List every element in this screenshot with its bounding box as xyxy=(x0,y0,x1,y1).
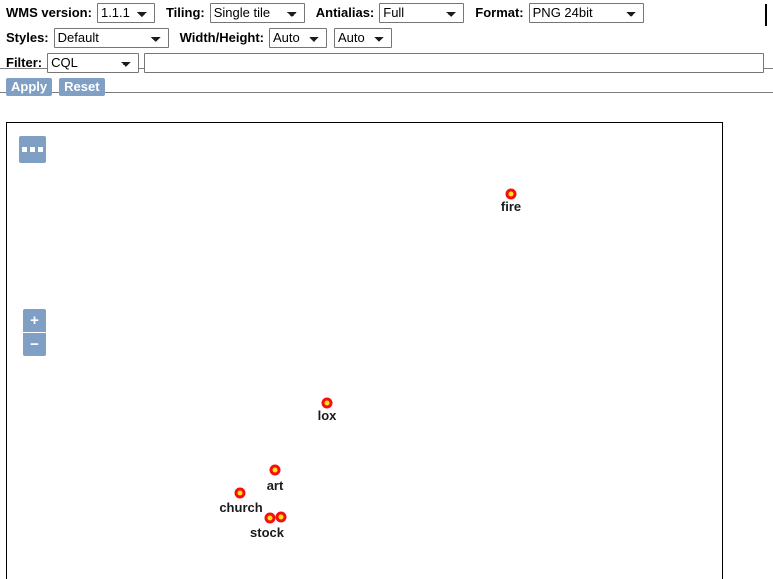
toolbar-row-filter: Filter: CQL xyxy=(0,50,773,75)
reset-button[interactable]: Reset xyxy=(59,77,105,96)
map-marker-stock-a[interactable] xyxy=(264,512,276,524)
wms-version-select[interactable]: 1.1.1 xyxy=(96,2,155,23)
antialias-select[interactable]: Full xyxy=(379,2,465,23)
filter-type-select[interactable]: CQL xyxy=(47,52,140,73)
height-select[interactable]: Auto xyxy=(334,27,393,48)
toolbar-row-styles: Styles: Default Width/Height: Auto Auto xyxy=(0,25,773,50)
wms-toolbar: WMS version: 1.1.1 Tiling: Single tile A… xyxy=(0,0,773,98)
tiling-label: Tiling: xyxy=(165,5,205,20)
toolbar-row-options: WMS version: 1.1.1 Tiling: Single tile A… xyxy=(0,0,773,25)
ellipsis-dot xyxy=(22,147,27,152)
styles-label: Styles: xyxy=(6,30,49,45)
tiling-select[interactable]: Single tile xyxy=(209,2,305,23)
map-viewport[interactable]: + − fire lox art church stock xyxy=(6,122,723,579)
width-height-label: Width/Height: xyxy=(179,30,265,45)
map-marker-label-stock-b: stock xyxy=(250,525,284,540)
format-label: Format: xyxy=(475,5,524,20)
map-marker-label-fire: fire xyxy=(500,199,522,214)
ellipsis-icon[interactable] xyxy=(19,136,46,163)
map-marker-fire[interactable] xyxy=(505,188,517,200)
filter-label: Filter: xyxy=(6,55,43,70)
map-marker-label-art: art xyxy=(266,478,284,493)
zoom-out-button[interactable]: − xyxy=(23,333,46,356)
ellipsis-dot xyxy=(38,147,43,152)
wms-version-label: WMS version: xyxy=(6,5,92,20)
map-marker-lox[interactable] xyxy=(321,397,333,409)
format-select[interactable]: PNG 24bit xyxy=(528,2,644,23)
map-marker-label-lox: lox xyxy=(317,408,337,423)
toolbar-row-actions: Apply Reset xyxy=(0,75,773,98)
wms-preview-page: WMS version: 1.1.1 Tiling: Single tile A… xyxy=(0,0,773,579)
map-marker-label-church: church xyxy=(219,500,263,515)
antialias-label: Antialias: xyxy=(315,5,375,20)
width-select[interactable]: Auto xyxy=(269,27,328,48)
ellipsis-dot xyxy=(30,147,35,152)
map-marker-church[interactable] xyxy=(234,487,246,499)
map-marker-stock-b[interactable] xyxy=(275,511,287,523)
apply-button[interactable]: Apply xyxy=(6,77,53,96)
styles-select[interactable]: Default xyxy=(53,27,169,48)
map-marker-art[interactable] xyxy=(269,464,281,476)
filter-input[interactable] xyxy=(144,52,765,73)
zoom-in-button[interactable]: + xyxy=(23,309,46,332)
window-edge-artifact xyxy=(765,4,767,26)
